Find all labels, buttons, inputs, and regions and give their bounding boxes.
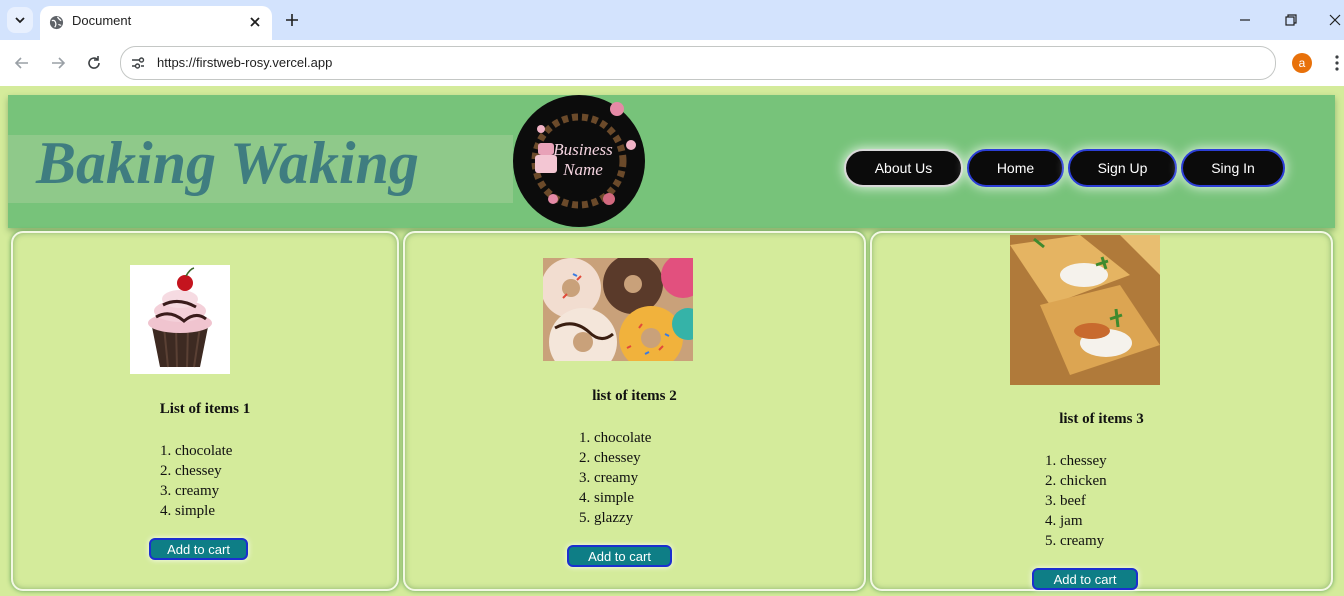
nav-home[interactable]: Home [967, 149, 1064, 187]
list-item: jam [1060, 511, 1107, 531]
card-1-list: chocolate chessey creamy simple [149, 441, 232, 521]
site-header: Baking Waking Business Name About Us Hom… [8, 95, 1335, 228]
list-item: simple [175, 501, 232, 521]
reload-icon[interactable] [84, 53, 104, 73]
add-to-cart-button-2[interactable]: Add to cart [567, 545, 672, 567]
tab-search-button[interactable] [7, 7, 33, 33]
minimize-icon[interactable] [1236, 11, 1254, 29]
tab-title: Document [72, 13, 132, 28]
list-item: chocolate [175, 441, 232, 461]
web-page: Baking Waking Business Name About Us Hom… [0, 86, 1344, 596]
new-tab-icon[interactable] [282, 10, 302, 30]
close-window-icon[interactable] [1326, 11, 1344, 29]
url-text: https://firstweb-rosy.vercel.app [157, 55, 333, 70]
product-card-1: List of items 1 chocolate chessey creamy… [11, 231, 399, 591]
close-tab-icon[interactable] [247, 14, 263, 30]
card-3-heading: list of items 3 [1059, 411, 1144, 427]
nav-sign-up[interactable]: Sign Up [1068, 149, 1177, 187]
list-item: simple [594, 488, 651, 508]
profile-avatar[interactable]: a [1292, 53, 1312, 73]
add-to-cart-button-3[interactable]: Add to cart [1032, 568, 1138, 590]
browser-toolbar: https://firstweb-rosy.vercel.app a [0, 40, 1344, 86]
main-nav: About Us Home Sign Up Sing In [844, 149, 1285, 187]
list-item: chessey [175, 461, 232, 481]
nav-about-us[interactable]: About Us [844, 149, 963, 187]
list-item: chessey [1060, 451, 1107, 471]
back-arrow-icon[interactable] [12, 53, 32, 73]
card-2-list: chocolate chessey creamy simple glazzy [568, 428, 651, 528]
logo-text-line-1: Business [553, 140, 613, 159]
list-item: creamy [175, 481, 232, 501]
more-menu-icon[interactable] [1330, 53, 1344, 73]
card-1-heading: List of items 1 [159, 401, 251, 417]
list-item: chicken [1060, 471, 1107, 491]
logo-text-line-2: Name [562, 160, 603, 179]
browser-tab[interactable]: Document [40, 6, 272, 40]
globe-icon [49, 15, 64, 30]
product-card-3: list of items 3 chessey chicken beef jam… [870, 231, 1333, 591]
chevron-down-icon [15, 17, 25, 24]
nav-sign-in[interactable]: Sing In [1181, 149, 1285, 187]
list-item: glazzy [594, 508, 651, 528]
list-item: chocolate [594, 428, 651, 448]
donuts-image [543, 258, 693, 361]
card-3-list: chessey chicken beef jam creamy [1034, 451, 1107, 551]
list-item: creamy [594, 468, 651, 488]
list-item: creamy [1060, 531, 1107, 551]
list-item: chessey [594, 448, 651, 468]
business-logo: Business Name [513, 95, 645, 227]
browser-tabstrip: Document [0, 0, 1344, 40]
restore-icon[interactable] [1282, 11, 1300, 29]
product-card-2: list of items 2 chocolate chessey creamy… [403, 231, 866, 591]
address-bar[interactable]: https://firstweb-rosy.vercel.app [120, 46, 1276, 80]
pastries-image [1010, 235, 1160, 385]
cupcake-image [130, 265, 230, 374]
site-brand: Baking Waking [36, 130, 419, 196]
list-item: beef [1060, 491, 1107, 511]
forward-arrow-icon[interactable] [48, 53, 68, 73]
site-settings-icon[interactable] [130, 55, 146, 71]
card-2-heading: list of items 2 [592, 388, 677, 404]
add-to-cart-button-1[interactable]: Add to cart [149, 538, 248, 560]
